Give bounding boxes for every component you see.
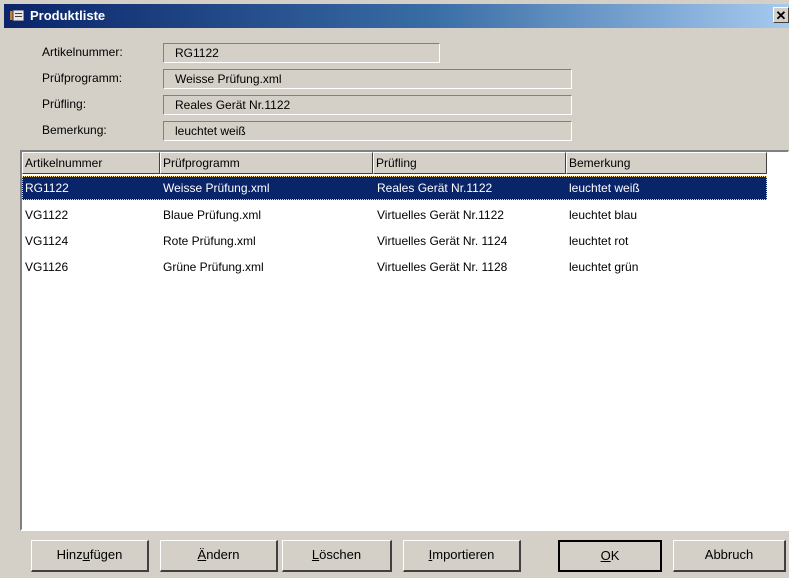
- cell-bemerkung: leuchtet rot: [569, 234, 629, 248]
- bemerkung-label: Bemerkung:: [42, 123, 107, 137]
- button-label: Hinz: [56, 547, 83, 562]
- app-icon: [10, 10, 24, 21]
- button-label: K: [610, 548, 620, 563]
- table-row[interactable]: VG1122 Blaue Prüfung.xml Virtuelles Gerä…: [22, 203, 767, 227]
- cell-pruefling: Virtuelles Gerät Nr. 1124: [377, 234, 508, 248]
- close-button[interactable]: ✕: [773, 7, 789, 23]
- cell-artikelnummer: RG1122: [25, 181, 69, 195]
- button-accelerator: Ä: [197, 547, 207, 562]
- abbruch-button[interactable]: Abbruch: [673, 540, 786, 572]
- cell-pruefling: Reales Gerät Nr.1122: [377, 181, 493, 195]
- button-accelerator: u: [82, 547, 90, 562]
- aendern-button[interactable]: Ändern: [160, 540, 278, 572]
- button-label: Abbruch: [704, 547, 754, 562]
- loeschen-button[interactable]: Löschen: [282, 540, 392, 572]
- button-accelerator: O: [600, 548, 611, 563]
- button-label: fügen: [89, 547, 123, 562]
- cell-artikelnummer: VG1124: [25, 234, 69, 248]
- button-label: ndern: [206, 547, 240, 562]
- cell-pruefprogramm: Blaue Prüfung.xml: [163, 208, 262, 222]
- window-title: Produktliste: [30, 8, 106, 23]
- title-bar[interactable]: Produktliste ✕: [4, 4, 789, 28]
- table-row[interactable]: RG1122 Weisse Prüfung.xml Reales Gerät N…: [22, 176, 767, 200]
- cell-bemerkung: leuchtet grün: [569, 260, 639, 274]
- cell-pruefling: Virtuelles Gerät Nr. 1128: [377, 260, 508, 274]
- pruefling-label: Prüfling:: [42, 97, 87, 111]
- cell-pruefprogramm: Weisse Prüfung.xml: [163, 181, 270, 195]
- button-label: mportieren: [432, 547, 495, 562]
- cell-artikelnummer: VG1126: [25, 260, 69, 274]
- column-header-bemerkung[interactable]: Bemerkung: [566, 152, 767, 174]
- cell-pruefprogramm: Grüne Prüfung.xml: [163, 260, 264, 274]
- cell-pruefling: Virtuelles Gerät Nr.1122: [377, 208, 504, 222]
- column-header-artikelnummer[interactable]: Artikelnummer: [22, 152, 160, 174]
- ok-button[interactable]: OK: [558, 540, 662, 572]
- list-header: Artikelnummer Prüfprogramm Prüfling Beme…: [22, 152, 788, 174]
- pruefling-field[interactable]: Reales Gerät Nr.1122: [163, 95, 572, 115]
- importieren-button[interactable]: Importieren: [403, 540, 521, 572]
- column-header-pruefling[interactable]: Prüfling: [373, 152, 566, 174]
- produkt-list[interactable]: Artikelnummer Prüfprogramm Prüfling Beme…: [20, 150, 789, 531]
- cell-pruefprogramm: Rote Prüfung.xml: [163, 234, 256, 248]
- cell-artikelnummer: VG1122: [25, 208, 69, 222]
- column-header-pruefprogramm[interactable]: Prüfprogramm: [160, 152, 373, 174]
- table-row[interactable]: VG1126 Grüne Prüfung.xml Virtuelles Gerä…: [22, 255, 767, 279]
- hinzufuegen-button[interactable]: Hinzufügen: [31, 540, 149, 572]
- button-label: öschen: [319, 547, 362, 562]
- cell-bemerkung: leuchtet weiß: [569, 181, 640, 195]
- bemerkung-field[interactable]: leuchtet weiß: [163, 121, 572, 141]
- table-row[interactable]: VG1124 Rote Prüfung.xml Virtuelles Gerät…: [22, 229, 767, 253]
- artikelnummer-field[interactable]: RG1122: [163, 43, 440, 63]
- pruefprogramm-label: Prüfprogramm:: [42, 71, 123, 85]
- pruefprogramm-field[interactable]: Weisse Prüfung.xml: [163, 69, 572, 89]
- cell-bemerkung: leuchtet blau: [569, 208, 638, 222]
- artikelnummer-label: Artikelnummer:: [42, 45, 123, 59]
- produktliste-dialog: Produktliste ✕ Artikelnummer: RG1122 Prü…: [0, 0, 789, 578]
